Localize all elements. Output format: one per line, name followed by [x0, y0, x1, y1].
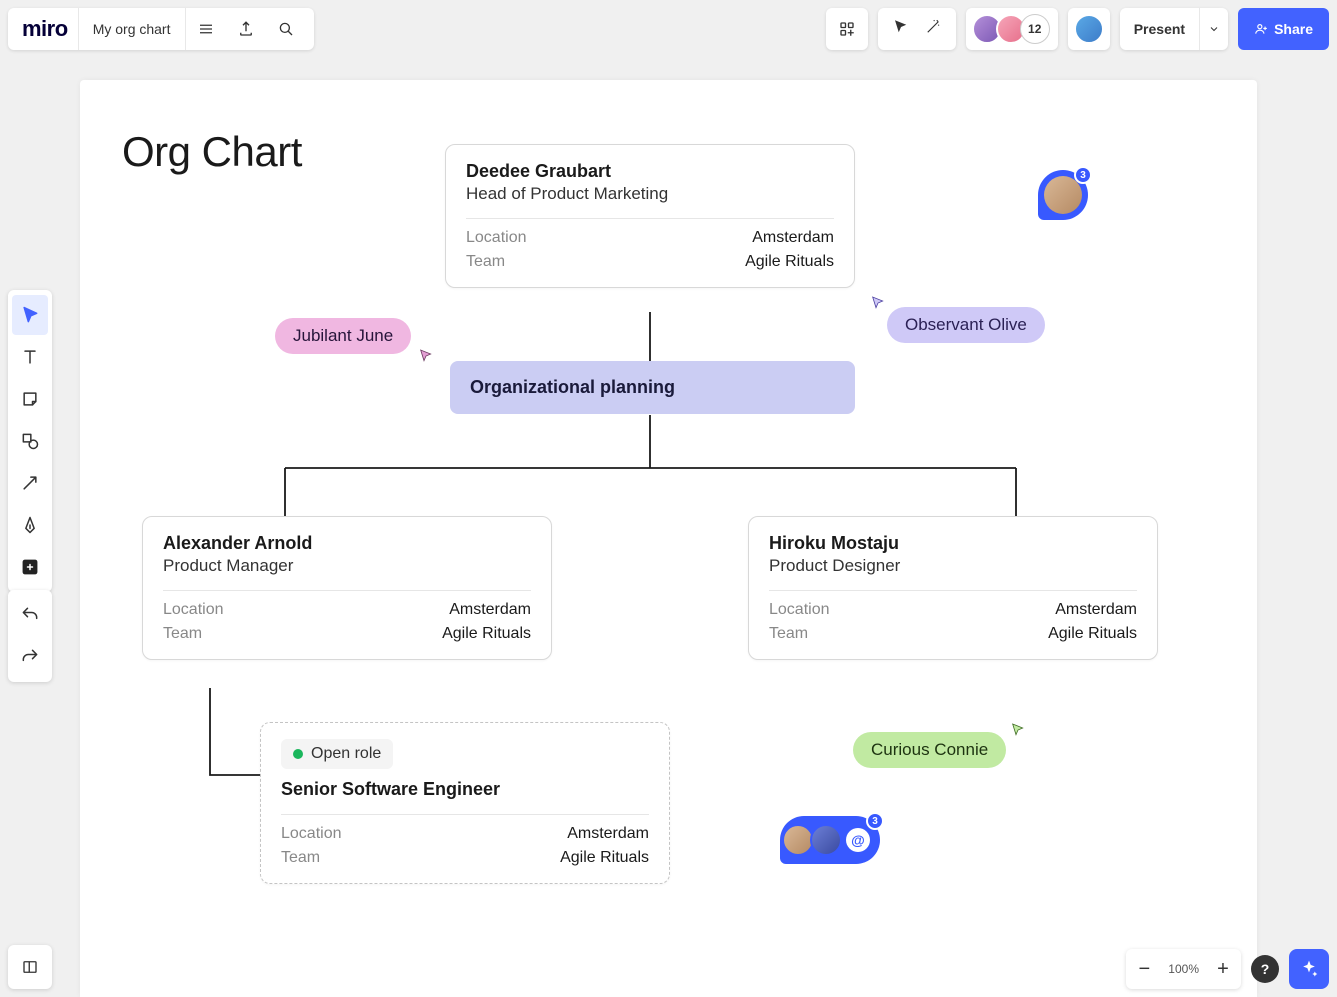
tool-sidebar [8, 290, 52, 592]
apps-button[interactable] [826, 8, 868, 50]
panel-icon [21, 958, 39, 976]
bottom-right-controls: − 100% + ? [1126, 949, 1329, 989]
comment-bubble[interactable]: 3 [1038, 170, 1088, 220]
sticky-icon [20, 389, 40, 409]
shapes-tool[interactable] [12, 421, 48, 461]
pen-tool[interactable] [12, 505, 48, 545]
shapes-icon [20, 431, 40, 451]
help-button[interactable]: ? [1251, 955, 1279, 983]
share-label: Share [1274, 21, 1313, 37]
board-menu-button[interactable] [186, 8, 226, 50]
cursor-arrow-icon [892, 18, 910, 36]
text-icon [20, 347, 40, 367]
zoom-out-button[interactable]: − [1126, 949, 1162, 989]
search-button[interactable] [266, 8, 306, 50]
zoom-in-button[interactable]: + [1205, 949, 1241, 989]
collab-tools [878, 8, 956, 50]
pen-icon [20, 515, 40, 535]
collaborator-avatars[interactable]: 12 [966, 8, 1058, 50]
export-button[interactable] [226, 8, 266, 50]
select-tool[interactable] [12, 295, 48, 335]
chevron-down-icon [1208, 23, 1220, 35]
connector-lines [80, 80, 1257, 997]
ai-assist-button[interactable] [1289, 949, 1329, 989]
zoom-value[interactable]: 100% [1162, 962, 1205, 976]
present-button-group: Present [1120, 8, 1228, 50]
export-icon [237, 20, 255, 38]
arrow-icon [20, 473, 40, 493]
reactions-button[interactable] [924, 18, 942, 41]
more-tools[interactable] [12, 547, 48, 587]
cursor-icon [20, 305, 40, 325]
sparkle-icon [1299, 959, 1319, 979]
undo-icon [20, 605, 40, 625]
comment-count-badge: 3 [866, 812, 884, 830]
comment-count-badge: 3 [1074, 166, 1092, 184]
avatar [1074, 14, 1104, 44]
wand-icon [924, 18, 942, 36]
apps-icon [838, 20, 856, 38]
connector-tool[interactable] [12, 463, 48, 503]
zoom-controls: − 100% + [1126, 949, 1241, 989]
present-dropdown[interactable] [1200, 23, 1228, 35]
owner-avatar[interactable] [1068, 8, 1110, 50]
board-name[interactable]: My org chart [78, 8, 186, 50]
mention-icon: @ [846, 828, 870, 852]
present-button[interactable]: Present [1120, 8, 1200, 50]
redo-icon [20, 647, 40, 667]
person-plus-icon [1254, 22, 1268, 36]
hamburger-icon [197, 20, 215, 38]
app-logo[interactable]: miro [16, 16, 78, 42]
redo-button[interactable] [12, 637, 48, 677]
undo-sidebar [8, 590, 52, 682]
sticky-tool[interactable] [12, 379, 48, 419]
share-button[interactable]: Share [1238, 8, 1329, 50]
text-tool[interactable] [12, 337, 48, 377]
canvas[interactable]: Org Chart Deedee Graubart Head of Produc… [80, 80, 1257, 997]
topbar-left: miro My org chart [8, 8, 314, 50]
frames-panel-button[interactable] [8, 945, 52, 989]
cursor-follow-button[interactable] [892, 18, 910, 41]
comment-thread-bubble[interactable]: @ 3 [780, 816, 880, 864]
plus-square-icon [20, 557, 40, 577]
search-icon [277, 20, 295, 38]
avatar [810, 824, 842, 856]
avatar-overflow-count: 12 [1020, 14, 1050, 44]
topbar-right: 12 Present Share [826, 8, 1329, 50]
undo-button[interactable] [12, 595, 48, 635]
